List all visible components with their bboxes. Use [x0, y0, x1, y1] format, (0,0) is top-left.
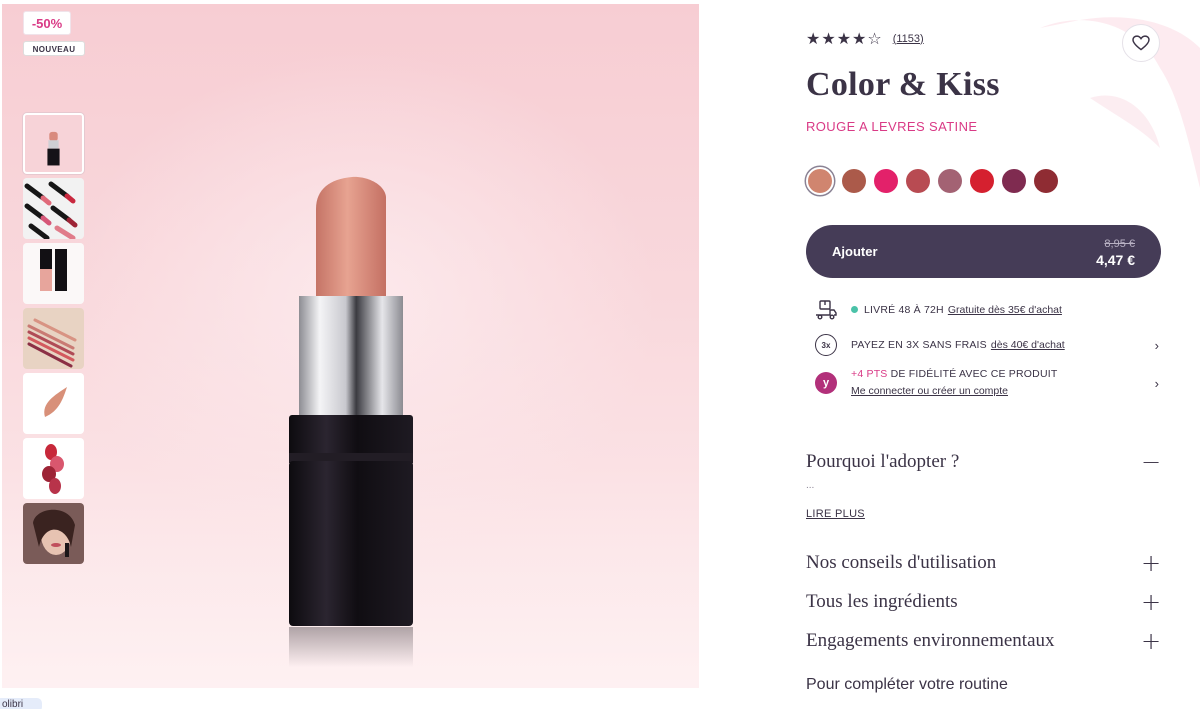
rating-stars: ★★★★☆	[806, 29, 883, 48]
gallery-thumbnails	[23, 113, 84, 568]
add-to-cart-label: Ajouter	[832, 244, 878, 259]
wishlist-button[interactable]	[1122, 24, 1160, 62]
delivery-label: LIVRÉ 48 À 72H	[864, 303, 944, 316]
product-info-panel: ★★★★☆ (1153) Color & Kiss ROUGE A LEVRES…	[806, 0, 1200, 709]
loyalty-label: DE FIDÉLITÉ AVEC CE PRODUIT	[890, 368, 1058, 380]
shade-swatch[interactable]	[1002, 169, 1026, 193]
product-rating: ★★★★☆ (1153)	[806, 29, 924, 48]
chevron-right-icon: ›	[1154, 337, 1159, 353]
chevron-right-icon: ›	[1154, 375, 1159, 391]
routine-section-title: Pour compléter votre routine	[806, 676, 1008, 693]
loyalty-icon: y	[815, 372, 837, 394]
lipstick-image	[289, 176, 413, 667]
read-more-link[interactable]: LIRE PLUS	[806, 508, 865, 520]
delivery-box-icon	[814, 298, 838, 322]
accordion-usage-tips-title: Nos conseils d'utilisation	[806, 552, 997, 573]
bottom-chip[interactable]: olibri	[0, 698, 42, 709]
accordion-environment-title: Engagements environnementaux	[806, 630, 1055, 651]
delivery-status-dot	[851, 305, 858, 313]
thumbnail-swatches-on-arm[interactable]	[23, 308, 84, 369]
plus-icon: +	[1141, 549, 1162, 577]
plus-icon: +	[1141, 627, 1162, 655]
delivery-info: LIVRÉ 48 À 72H Gratuite dès 35€ d'achat	[814, 298, 1159, 322]
why-adopt-excerpt: ...	[806, 480, 815, 491]
accordion-ingredients[interactable]: Tous les ingrédients +	[806, 588, 1161, 616]
login-or-signup-link[interactable]: Me connecter ou créer un compte	[851, 385, 1008, 397]
shade-swatch[interactable]	[938, 169, 962, 193]
shade-swatch[interactable]	[842, 169, 866, 193]
discount-badge: -50%	[23, 11, 71, 35]
minus-icon: −	[1141, 448, 1162, 476]
product-title: Color & Kiss	[806, 66, 1000, 103]
product-hero-image: -50% NOUVEAU	[2, 4, 699, 688]
old-price: 8,95 €	[1104, 237, 1135, 250]
thumbnail-packaging[interactable]	[23, 243, 84, 304]
payment-conditions-link[interactable]: dès 40€ d'achat	[991, 339, 1065, 351]
thumbnail-model-applying-lipstick[interactable]	[23, 503, 84, 564]
thumbnail-lipstick-tips[interactable]	[23, 438, 84, 499]
loyalty-points: +4 PTS	[851, 368, 888, 380]
thumbnail-texture-smudge[interactable]	[23, 373, 84, 434]
add-to-cart-button[interactable]: Ajouter 8,95 € 4,47 €	[806, 225, 1161, 278]
shade-swatch[interactable]	[906, 169, 930, 193]
price-block: 8,95 € 4,47 €	[1096, 236, 1135, 268]
loyalty-info[interactable]: y +4 PTS DE FIDÉLITÉ AVEC CE PRODUIT Me …	[814, 366, 1159, 400]
product-subtitle: ROUGE A LEVRES SATINE	[806, 119, 978, 134]
plus-icon: +	[1141, 588, 1162, 616]
shade-swatch[interactable]	[1034, 169, 1058, 193]
shade-swatch[interactable]	[970, 169, 994, 193]
thumbnail-lipstick-pack-shot[interactable]	[23, 113, 84, 174]
heart-icon	[1132, 35, 1150, 51]
accordion-why-adopt-title: Pourquoi l'adopter ?	[806, 451, 960, 472]
shade-swatch[interactable]	[806, 167, 834, 195]
current-price: 4,47 €	[1096, 251, 1135, 268]
thumbnail-lipstick-collection[interactable]	[23, 178, 84, 239]
accordion-why-adopt[interactable]: Pourquoi l'adopter ? −	[806, 448, 1161, 476]
accordion-usage-tips[interactable]: Nos conseils d'utilisation +	[806, 549, 1161, 577]
installment-3x-icon: 3x	[815, 334, 837, 356]
new-badge: NOUVEAU	[23, 41, 85, 56]
accordion-environment[interactable]: Engagements environnementaux +	[806, 627, 1161, 655]
review-count-link[interactable]: (1153)	[893, 33, 924, 45]
payment-label: PAYEZ EN 3X SANS FRAIS	[851, 338, 987, 351]
free-delivery-link[interactable]: Gratuite dès 35€ d'achat	[948, 304, 1062, 316]
payment-info[interactable]: 3x PAYEZ EN 3X SANS FRAIS dès 40€ d'achat…	[814, 333, 1159, 357]
shade-swatch[interactable]	[874, 169, 898, 193]
shade-selector	[806, 167, 1058, 195]
accordion-ingredients-title: Tous les ingrédients	[806, 591, 958, 612]
